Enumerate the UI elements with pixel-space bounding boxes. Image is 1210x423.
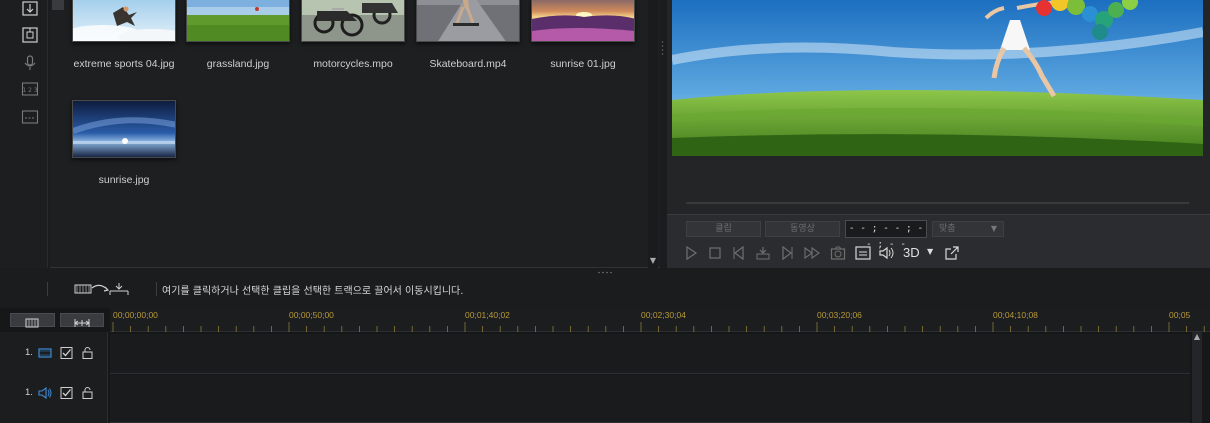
video-track-lane[interactable] <box>110 334 1190 374</box>
undock-preview-icon[interactable] <box>943 244 961 262</box>
ruler-timecode: 00;03;20;06 <box>817 310 862 320</box>
thumbnail <box>301 0 405 42</box>
enable-track-checkbox-icon[interactable] <box>60 347 74 359</box>
media-item[interactable]: extreme sports 04.jpg <box>72 0 176 70</box>
import-media-icon[interactable] <box>20 0 40 18</box>
media-item[interactable]: sunrise.jpg <box>72 100 176 186</box>
ruler-timecode: 00;00;00;00 <box>113 310 158 320</box>
track-lane[interactable] <box>110 414 1190 423</box>
chapter-icon[interactable]: 1 2 3 <box>20 80 40 98</box>
timeline-vertical-scrollbar[interactable] <box>1192 332 1202 423</box>
enable-track-checkbox-icon[interactable] <box>60 387 74 399</box>
thumbnail <box>186 0 290 42</box>
ruler-timecode: 00;02;30;04 <box>641 310 686 320</box>
fx-room-icon[interactable] <box>20 26 40 44</box>
track-number: 1. <box>25 347 33 358</box>
chevron-down-icon[interactable]: ▼ <box>927 247 933 256</box>
media-item[interactable]: Skateboard.mp4 <box>416 0 520 70</box>
ruler-timecode: 00;04;10;08 <box>993 310 1038 320</box>
tool-strip: 1 2 3 <box>0 0 48 268</box>
media-item-label: sunrise 01.jpg <box>550 58 616 70</box>
fit-select[interactable]: 맞춤 ▼ <box>932 221 1004 237</box>
preview-video <box>672 0 1203 156</box>
media-item-label: sunrise.jpg <box>98 174 150 186</box>
next-frame-icon[interactable] <box>778 244 796 262</box>
track-number: 1. <box>25 387 33 398</box>
tab-clip[interactable]: 클립 <box>686 221 761 237</box>
divider <box>47 282 48 296</box>
preview-scrubber[interactable] <box>686 202 1189 204</box>
timecode-display[interactable]: - - ; - - ; - - ; - - <box>845 220 927 250</box>
fit-width-icon <box>74 319 90 327</box>
media-item[interactable]: grassland.jpg <box>186 0 290 70</box>
panel-resize-grip-icon[interactable] <box>661 40 664 56</box>
thumbnail <box>416 0 520 42</box>
fit-timeline-button[interactable] <box>60 313 104 327</box>
move-clip-to-track-icon[interactable] <box>74 282 132 296</box>
chevron-down-icon: ▼ <box>990 224 997 233</box>
timeline-resize-grip-icon[interactable] <box>597 271 613 274</box>
play-icon[interactable] <box>682 244 700 262</box>
instruction-text[interactable]: 여기를 클릭하거나 선택한 클립을 선택한 트랙으로 끌어서 이동시킵니다. <box>162 282 463 297</box>
snapshot-camera-icon[interactable] <box>829 244 847 262</box>
svg-text:1 2 3: 1 2 3 <box>22 87 37 94</box>
collapse-arrow-icon[interactable] <box>52 0 64 10</box>
scroll-up-arrow-icon[interactable]: ▲ <box>1192 332 1202 342</box>
3d-mode-button[interactable]: 3D <box>903 245 920 260</box>
ruler-timecode: 00;00;50;00 <box>289 310 334 320</box>
media-scrollbar[interactable] <box>648 0 658 268</box>
storyboard-icon <box>25 318 39 328</box>
video-track-icon <box>38 348 52 358</box>
microphone-icon[interactable] <box>20 54 40 72</box>
thumbnail <box>531 0 635 42</box>
previous-frame-icon[interactable] <box>730 244 748 262</box>
scroll-down-arrow-icon[interactable]: ▼ <box>648 256 658 266</box>
ruler-ticks <box>112 322 1205 332</box>
subtitle-icon[interactable] <box>20 108 40 126</box>
tab-movie[interactable]: 동영상 <box>765 221 840 237</box>
lock-icon[interactable] <box>81 347 95 359</box>
thumbnail <box>72 100 176 158</box>
media-item[interactable]: motorcycles.mpo <box>301 0 405 70</box>
lock-icon[interactable] <box>81 387 95 399</box>
stop-icon[interactable] <box>706 244 724 262</box>
volume-icon[interactable] <box>877 244 895 262</box>
audio-track-icon <box>38 387 52 399</box>
ruler-timecode: 00;01;40;02 <box>465 310 510 320</box>
timeline-view-button[interactable] <box>10 313 55 328</box>
track-headers <box>0 332 108 423</box>
fast-forward-icon[interactable] <box>803 244 821 262</box>
divider <box>156 282 157 296</box>
media-item[interactable]: sunrise 01.jpg <box>531 0 635 70</box>
subtitle-toggle-icon[interactable] <box>854 244 872 262</box>
split-icon[interactable] <box>754 244 772 262</box>
ruler-timecode: 00;05 <box>1169 310 1191 320</box>
audio-track-lane[interactable] <box>110 375 1190 415</box>
thumbnail <box>72 0 176 42</box>
fit-select-value: 맞춤 <box>939 224 956 234</box>
